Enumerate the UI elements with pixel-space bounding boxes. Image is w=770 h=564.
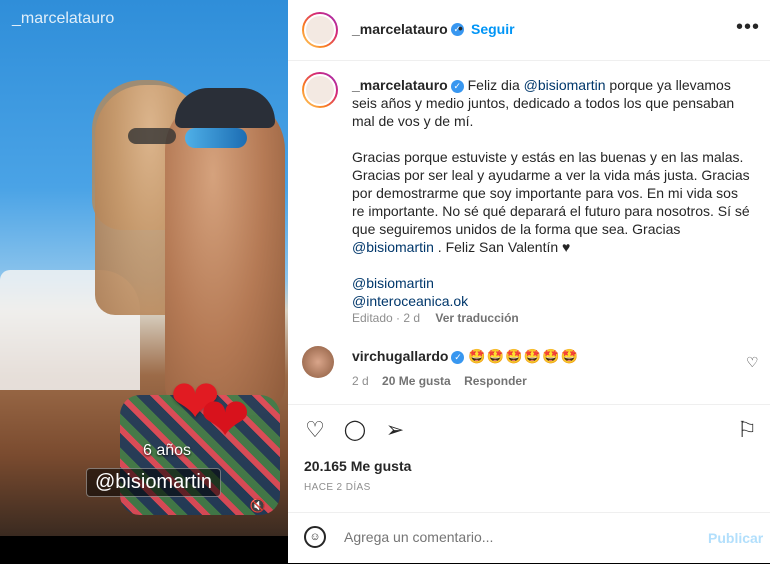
media-bottom-bar [0, 536, 288, 563]
avatar[interactable] [302, 12, 338, 48]
see-translation-button[interactable]: Ver traducción [435, 311, 518, 325]
post-actions: ♡ ◯ ➢ ⚐ [288, 404, 770, 455]
edited-label: Editado · 2 d [352, 311, 421, 325]
caption-text: _marcelatauro ✓ Feliz dia @bisiomartin po… [352, 76, 752, 310]
heart-sticker-icon: ❤ [200, 386, 251, 453]
like-heart-icon[interactable]: ♡ [302, 417, 328, 443]
avatar-image [304, 74, 336, 106]
instagram-post: _marcelatauro ❤ ❤ 6 años @bisiomartin 🔇 … [0, 0, 770, 563]
reply-button[interactable]: Responder [464, 374, 527, 388]
post-header: _marcelatauro ✓ • Seguir ••• [288, 0, 770, 61]
caption-mention-link[interactable]: @bisiomartin [524, 77, 606, 93]
save-bookmark-icon[interactable]: ⚐ [734, 417, 760, 443]
man-sunglasses [185, 128, 247, 148]
commenter-avatar[interactable] [302, 346, 334, 378]
comment-like-heart-icon[interactable]: ♡ [746, 354, 759, 371]
header-username-group: _marcelatauro ✓ [352, 21, 464, 39]
comment-emojis: 🤩🤩🤩🤩🤩🤩 [468, 348, 579, 364]
caption-tag-link[interactable]: @interoceanica.ok [352, 293, 468, 309]
comment-meta: 2 d 20 Me gusta Responder [352, 374, 537, 388]
comment-text: virchugallardo ✓ 🤩🤩🤩🤩🤩🤩 [352, 348, 579, 365]
more-options-icon[interactable]: ••• [736, 16, 760, 39]
cap-shape [175, 88, 275, 128]
post-media[interactable]: _marcelatauro ❤ ❤ 6 años @bisiomartin 🔇 [0, 0, 288, 563]
follow-button[interactable]: Seguir [471, 21, 515, 37]
woman-sunglasses [128, 128, 176, 144]
share-send-icon[interactable]: ➢ [382, 417, 408, 443]
verified-icon: ✓ [451, 350, 465, 364]
comment-input[interactable] [342, 528, 686, 546]
comment-time: 2 d [352, 374, 369, 388]
publish-button[interactable]: Publicar [708, 530, 763, 546]
caption-meta: Editado · 2 d Ver traducción [352, 311, 531, 325]
verified-icon: ✓ [450, 79, 464, 93]
emoji-smile-icon[interactable]: ☺ [304, 526, 326, 548]
avatar[interactable] [302, 72, 338, 108]
caption-mention-link[interactable]: @bisiomartin [352, 239, 434, 255]
caption-username[interactable]: _marcelatauro [352, 77, 448, 93]
post-timestamp: HACE 2 DÍAS [304, 482, 371, 493]
caption-p1-before: Feliz dia [467, 77, 524, 93]
comment-bubble-icon[interactable]: ◯ [342, 417, 368, 443]
media-username-overlay: _marcelatauro [12, 10, 115, 27]
caption-tag-link[interactable]: @bisiomartin [352, 275, 434, 291]
mention-sticker[interactable]: @bisiomartin [86, 468, 222, 497]
comment-likes-button[interactable]: 20 Me gusta [382, 374, 451, 388]
separator-dot: • [458, 20, 463, 36]
header-username[interactable]: _marcelatauro [352, 21, 448, 37]
avatar-image [304, 14, 336, 46]
likes-count[interactable]: 20.165 Me gusta [304, 458, 411, 474]
years-sticker: 6 años [143, 442, 192, 459]
commenter-username[interactable]: virchugallardo [352, 348, 448, 364]
add-comment-bar: ☺ Publicar [288, 512, 770, 564]
post-side-panel: _marcelatauro ✓ • Seguir ••• _marcelataur… [288, 0, 770, 563]
caption-p2-after: . Feliz San Valentín ♥ [433, 239, 571, 255]
mute-icon[interactable]: 🔇 [248, 496, 268, 516]
caption-p2: Gracias porque estuviste y estás en las … [352, 149, 750, 237]
